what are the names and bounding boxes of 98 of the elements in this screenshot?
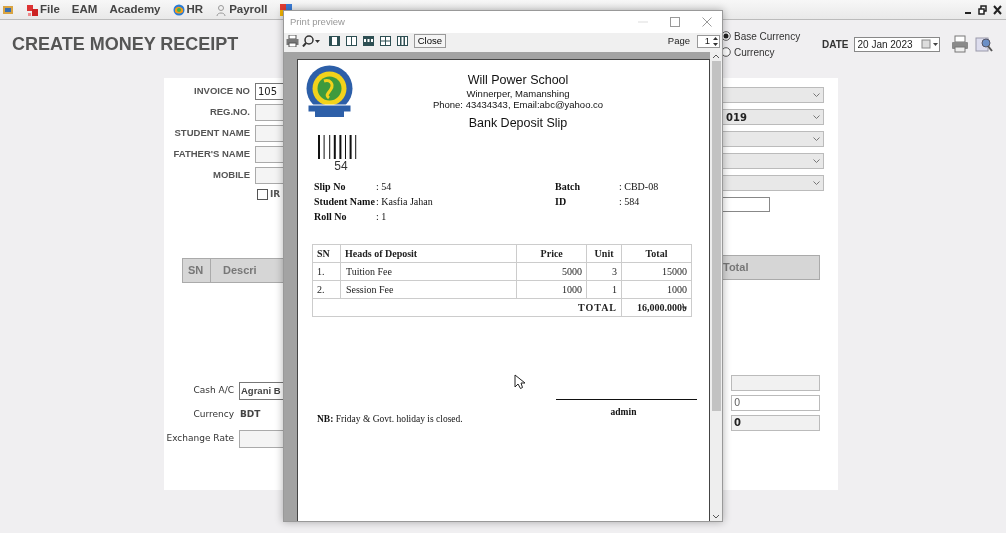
chevron-icon [813, 92, 820, 98]
field-label: STUDENT NAME [173, 126, 251, 141]
person-icon [215, 3, 228, 16]
menu-item[interactable]: Payroll [215, 0, 268, 19]
column-header: Heads of Deposit [340, 244, 517, 263]
search-icon[interactable] [302, 35, 320, 47]
column-header: SN [183, 259, 211, 282]
scroll-down-icon[interactable] [712, 513, 720, 521]
column-header: SN [312, 244, 341, 263]
info-label: Student Name [314, 194, 376, 209]
table-cell: Tuition Fee [340, 262, 517, 281]
menu-item[interactable]: EAM [71, 0, 98, 19]
file-icon [26, 3, 38, 16]
column-header: Descri [222, 263, 257, 278]
field-label: Cash A/C [192, 384, 235, 398]
total-value: 16,000.000৳ [621, 298, 692, 317]
two-pages-icon[interactable] [346, 36, 357, 46]
scroll-up-icon[interactable] [712, 52, 720, 60]
slip-title: Bank Deposit Slip [467, 115, 569, 132]
total-label: TOTAL [577, 301, 618, 313]
chevron-icon [813, 114, 820, 120]
info-label: Slip No [314, 179, 347, 194]
info-value: : 1 [376, 209, 388, 224]
radio-option[interactable]: Currency [721, 44, 822, 60]
column-header: Price [516, 244, 587, 263]
printer-icon[interactable] [951, 35, 970, 53]
field-label: FATHER'S NAME [172, 147, 251, 162]
input-field[interactable]: 0 [731, 395, 820, 411]
table-cell: 1 [586, 280, 622, 299]
chevron-icon [813, 136, 820, 142]
menu-item[interactable]: Academy [109, 0, 161, 19]
chevron-icon [813, 180, 820, 186]
page-title: CREATE MONEY RECEIPT [12, 33, 239, 54]
info-label: ID [555, 194, 568, 209]
school-contact: Phone: 43434343, Email:abc@yahoo.co [431, 99, 605, 110]
radio-button[interactable] [721, 47, 731, 57]
school-name: Will Power School [466, 73, 570, 88]
app-icon[interactable] [2, 3, 14, 16]
signature-name: admin [609, 405, 638, 419]
restore-icon[interactable] [978, 4, 987, 15]
field-label: Exchange Rate [165, 432, 235, 446]
table-cell: Session Fee [340, 280, 517, 299]
school-logo [306, 65, 353, 118]
six-pages-icon[interactable] [397, 36, 408, 46]
school-address: Winnerper, Mamanshing [465, 88, 571, 99]
field-label: MOBILE [212, 168, 251, 183]
table-cell: 2. [312, 280, 341, 299]
field-label: Currency [192, 408, 235, 422]
field-label: INVOICE NO [193, 84, 251, 99]
close-button[interactable]: Close [413, 34, 447, 48]
table-cell: 1000 [516, 280, 587, 299]
four-pages-icon[interactable] [380, 36, 391, 46]
column-header: Total [723, 260, 749, 276]
dialog-title: Print preview [290, 14, 345, 29]
info-label: Roll No [314, 209, 348, 224]
date-field[interactable]: 20 Jan 2023 [854, 36, 941, 52]
calendar-icon[interactable] [921, 39, 940, 49]
info-value: : Kasfia Jahan [376, 194, 434, 209]
table-cell: 1000 [621, 280, 692, 299]
note-text: NB: Friday & Govt. holiday is closed. [317, 412, 463, 426]
page-label: Page [667, 33, 690, 48]
info-value: : CBD-08 [619, 179, 660, 194]
scrollbar[interactable] [710, 52, 722, 521]
three-pages-icon[interactable] [363, 36, 374, 46]
menu-item[interactable]: File [26, 0, 60, 19]
table-cell: 5000 [516, 262, 587, 281]
info-value: : 54 [376, 179, 393, 194]
page-spinner[interactable]: 1 [697, 34, 720, 48]
info-value: : 584 [619, 194, 641, 209]
field-label: REG.NO. [208, 105, 251, 120]
chevron-icon [813, 158, 820, 164]
table-cell: 1. [312, 262, 341, 281]
date-label: DATE [822, 37, 849, 52]
maximize-icon[interactable] [670, 17, 680, 27]
info-label: Batch [555, 179, 581, 194]
input-field[interactable]: 0 [731, 415, 820, 431]
scroll-thumb[interactable] [711, 61, 721, 411]
table-cell: 3 [586, 262, 622, 281]
currency-value: BDT [239, 408, 261, 422]
printer-icon[interactable] [286, 35, 299, 47]
column-header: Total [621, 244, 692, 263]
checkbox-box[interactable] [257, 189, 268, 200]
print-preview-icon[interactable] [975, 35, 993, 53]
one-page-icon[interactable] [329, 36, 340, 46]
close-icon[interactable] [993, 4, 1002, 15]
spinner-arrows-icon[interactable] [712, 35, 719, 47]
checkbox[interactable]: IR [257, 187, 281, 202]
barcode-number: 54 [334, 158, 348, 173]
dropdown[interactable]: 019 [722, 109, 824, 125]
menu-item[interactable]: HR [172, 0, 204, 19]
input-field[interactable] [731, 375, 820, 391]
table-cell: 15000 [621, 262, 692, 281]
column-header: Unit [586, 244, 622, 263]
globe-icon [172, 3, 185, 16]
cursor-icon [514, 374, 525, 389]
input-field[interactable]: 105 [255, 83, 283, 100]
input-field[interactable] [722, 197, 770, 212]
input-field[interactable]: Agrani B [239, 382, 283, 400]
